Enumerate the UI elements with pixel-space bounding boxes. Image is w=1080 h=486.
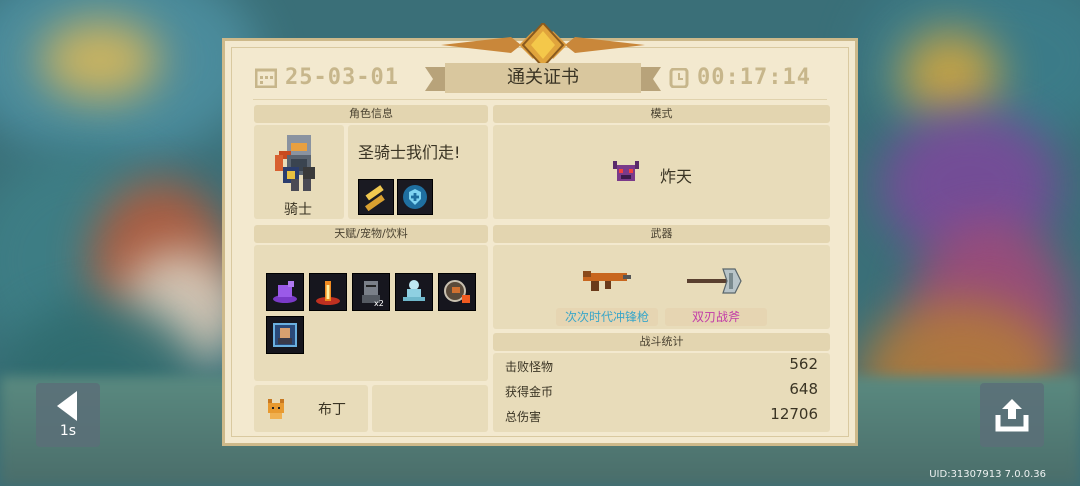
hero-title-text: 圣骑士我们走!	[358, 143, 461, 162]
uid-version-label: UID:31307913 7.0.0.36	[929, 469, 1046, 480]
fire-pillar-talent-icon	[309, 273, 347, 311]
mode-header: 模式	[493, 105, 830, 123]
golden-gun-skill-icon	[358, 179, 394, 215]
flaming-orb-talent-icon	[438, 273, 476, 311]
shield-buff-icon	[397, 179, 433, 215]
stat-value: 12706	[770, 405, 818, 423]
stat-row-kills: 击败怪物 562	[505, 355, 818, 379]
pet-box: 布丁	[254, 385, 368, 432]
talents-header: 天赋/宠物/饮料	[254, 225, 488, 243]
portrait-talent-icon	[266, 316, 304, 354]
meditating-spirit-talent-icon	[395, 273, 433, 311]
orange-cat-pet-icon	[268, 399, 284, 419]
stat-value: 562	[789, 355, 818, 373]
certificate-title: 通关证书	[507, 67, 579, 88]
mode-name: 炸天	[660, 167, 693, 186]
stat-row-damage: 总伤害 12706	[505, 405, 818, 429]
character-info-header: 角色信息	[254, 105, 488, 123]
smg-icon	[583, 271, 631, 291]
weapons-box: 次次时代冲锋枪 双刃战斧	[493, 245, 830, 329]
clear-certificate-panel: 25-03-01 通关证书 00:17:14 角色信息 骑士 圣骑士我们走! 模…	[222, 23, 858, 446]
stat-row-gold: 获得金币 648	[505, 380, 818, 404]
stat-label: 击败怪物	[505, 360, 554, 374]
stat-value: 648	[789, 380, 818, 398]
hero-name: 骑士	[284, 202, 312, 218]
svg-text:x2: x2	[374, 299, 384, 307]
stat-label: 总伤害	[505, 410, 542, 424]
horned-demon-icon	[613, 161, 639, 181]
empty-drink-slot	[372, 385, 488, 432]
stat-label: 获得金币	[505, 385, 554, 399]
calendar-icon	[255, 68, 277, 88]
hero-title-box: 圣骑士我们走!	[348, 125, 488, 219]
double-axe-icon	[687, 268, 742, 294]
hero-portrait-box: 骑士	[254, 125, 344, 219]
purple-wolf-talent-icon	[266, 273, 304, 311]
left-arrow-icon	[57, 391, 77, 421]
battle-stats-header: 战斗统计	[493, 333, 830, 351]
clear-time: 00:17:14	[697, 65, 811, 90]
date-display: 25-03-01	[255, 65, 399, 90]
share-button[interactable]	[980, 383, 1044, 447]
time-display: 00:17:14	[669, 65, 811, 90]
weapon-label-axe: 双刃战斧	[665, 308, 767, 326]
battle-stats-box: 击败怪物 562 获得金币 648 总伤害 12706	[493, 353, 830, 432]
back-button[interactable]: 1s	[36, 383, 100, 447]
back-countdown: 1s	[59, 423, 77, 439]
clock-icon	[669, 67, 689, 88]
weapon-label-smg: 次次时代冲锋枪	[556, 308, 658, 326]
armored-knight-x2-talent-icon: x2	[352, 273, 390, 311]
share-icon	[995, 399, 1029, 432]
knight-hero-sprite	[275, 135, 315, 191]
clear-date: 25-03-01	[285, 65, 399, 90]
talents-box: x2	[254, 245, 488, 381]
mode-box: 炸天	[493, 125, 830, 219]
pet-name: 布丁	[318, 402, 346, 418]
weapons-header: 武器	[493, 225, 830, 243]
